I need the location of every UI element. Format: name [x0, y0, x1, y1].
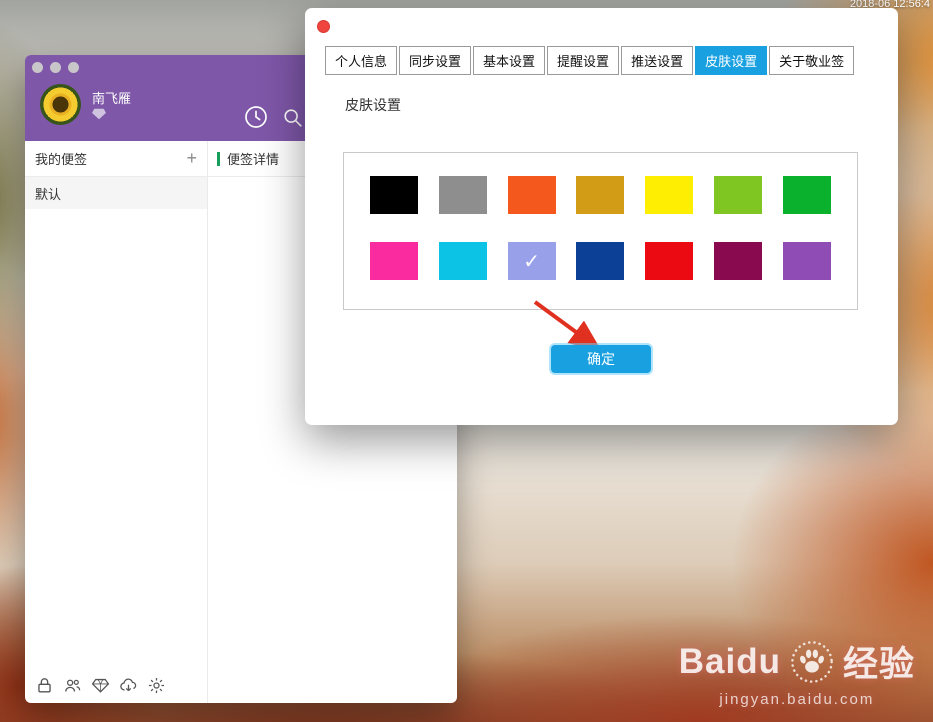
- color-swatch-000000[interactable]: [370, 176, 418, 214]
- color-swatch-f4581c[interactable]: [507, 176, 556, 214]
- close-window-button[interactable]: [32, 62, 43, 73]
- detail-title: 便签详情: [227, 152, 280, 167]
- vip-diamond-icon: [92, 108, 106, 120]
- note-list-item[interactable]: 默认: [25, 177, 207, 209]
- user-avatar[interactable]: [40, 84, 81, 125]
- watermark-brand-row: Baidu 经验: [679, 636, 915, 687]
- color-swatch-7fc622[interactable]: [714, 176, 763, 214]
- color-swatch-d39c16[interactable]: [576, 176, 625, 214]
- close-dialog-button[interactable]: [317, 20, 330, 33]
- sidebar-title: 我的便签: [35, 152, 88, 167]
- watermark-brand-left: Baidu: [678, 641, 781, 681]
- color-swatch-8a0a50[interactable]: [714, 242, 763, 280]
- minimize-window-button[interactable]: [50, 62, 61, 73]
- tab-同步设置[interactable]: 同步设置: [399, 46, 472, 75]
- watermark-url: jingyan.baidu.com: [719, 691, 875, 708]
- search-icon[interactable]: [282, 107, 304, 129]
- selected-check-icon: ✓: [523, 250, 541, 273]
- color-swatch-97a0e8[interactable]: ✓: [507, 242, 556, 280]
- skin-section-title: 皮肤设置: [345, 97, 401, 113]
- tab-推送设置[interactable]: 推送设置: [621, 46, 694, 75]
- user-name: 南飞雁: [92, 91, 132, 106]
- color-swatch-fa2b9e[interactable]: [370, 242, 418, 280]
- settings-gear-icon[interactable]: [147, 676, 166, 695]
- color-palette: ✓: [343, 152, 858, 310]
- ok-button[interactable]: 确定: [551, 345, 651, 373]
- color-swatch-ec0a12[interactable]: [645, 242, 694, 280]
- color-swatch-8e8e8e[interactable]: [438, 176, 487, 214]
- sidebar: 我的便签 + 默认: [25, 141, 208, 703]
- watermark-brand-right: 经验: [842, 645, 915, 684]
- color-swatch-0ab12c[interactable]: [782, 176, 831, 214]
- window-controls: [32, 62, 79, 73]
- tab-基本设置[interactable]: 基本设置: [473, 46, 546, 75]
- note-item-label: 默认: [35, 186, 62, 202]
- tab-提醒设置[interactable]: 提醒设置: [547, 46, 620, 75]
- zoom-window-button[interactable]: [68, 62, 79, 73]
- history-clock-icon[interactable]: [244, 105, 268, 129]
- tab-关于敬业签[interactable]: 关于敬业签: [769, 46, 855, 75]
- baidu-watermark: Baidu 经验 jingyan.baidu.com: [679, 636, 915, 708]
- add-note-button[interactable]: +: [186, 148, 197, 169]
- tab-个人信息[interactable]: 个人信息: [325, 46, 398, 75]
- lock-icon[interactable]: [35, 676, 54, 695]
- settings-tabs: 个人信息 同步设置 基本设置 提醒设置 推送设置 皮肤设置 关于敬业签: [325, 46, 855, 75]
- bottom-toolbar: [35, 676, 166, 695]
- tab-皮肤设置[interactable]: 皮肤设置: [695, 46, 768, 75]
- color-swatch-0c3f96[interactable]: [576, 242, 625, 280]
- settings-dialog: 个人信息 同步设置 基本设置 提醒设置 推送设置 皮肤设置 关于敬业签 皮肤设置 ✓ 确定: [305, 8, 898, 425]
- cloud-sync-icon[interactable]: [119, 676, 138, 695]
- color-swatch-8f4cb5[interactable]: [782, 242, 831, 280]
- color-swatch-0cc3e6[interactable]: [438, 242, 487, 280]
- sidebar-header: 我的便签 +: [25, 141, 207, 177]
- detail-accent-bar: [217, 151, 220, 166]
- color-swatch-fdee02[interactable]: [645, 176, 694, 214]
- team-users-icon[interactable]: [63, 676, 82, 695]
- membership-gem-icon[interactable]: [91, 676, 110, 695]
- baidu-paw-logo: [791, 640, 833, 683]
